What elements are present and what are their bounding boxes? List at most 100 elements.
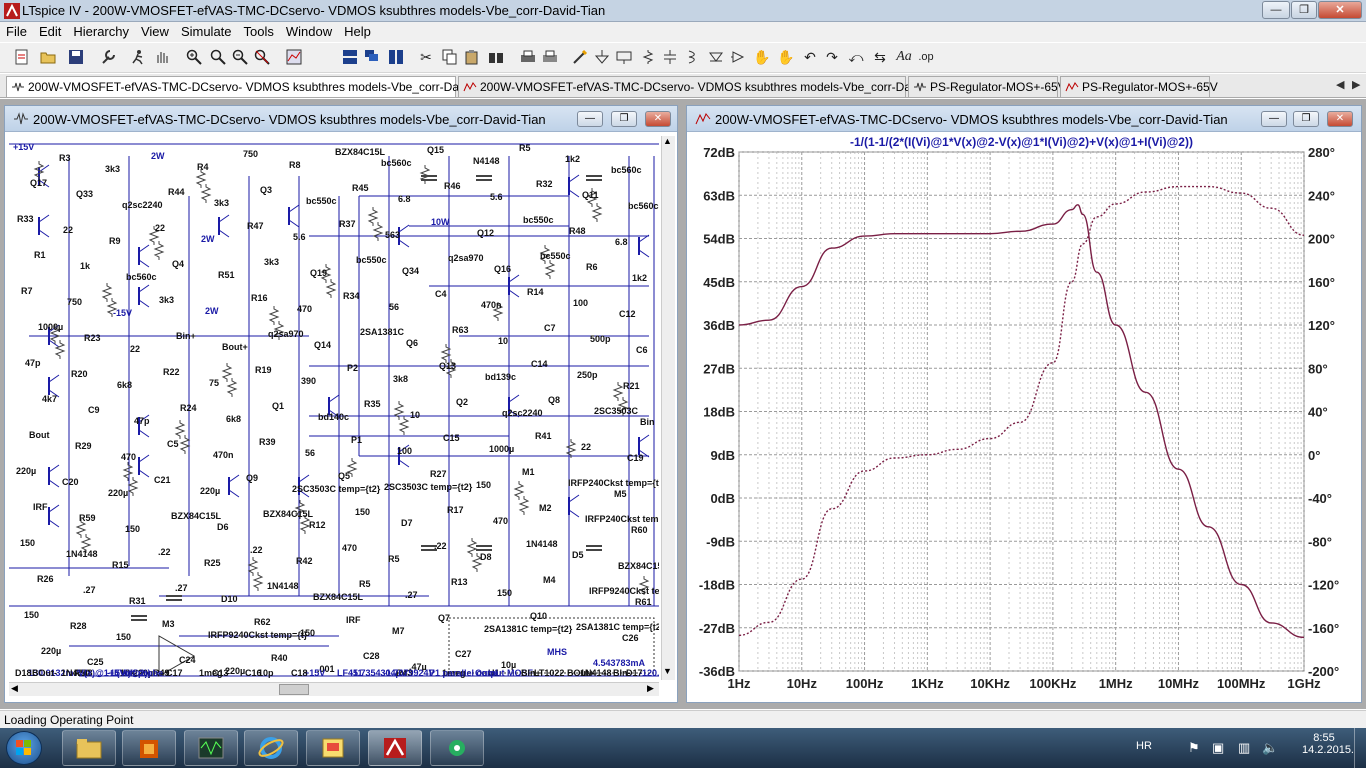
taskbar-app2[interactable] [122, 730, 176, 766]
print-preview-icon[interactable] [540, 47, 560, 67]
paste-icon[interactable] [462, 47, 482, 67]
plot-area[interactable]: -1/(1-1/(2*(I(Vi)@1*V(x)@2-V(x)@1*I(Vi)@… [687, 133, 1361, 702]
close-button[interactable]: ✕ [1318, 1, 1362, 19]
wire-icon[interactable] [570, 47, 590, 67]
zoom-fit-icon[interactable] [252, 47, 272, 67]
component-label: C24 [179, 655, 196, 665]
tabs-scroll-left-icon[interactable]: ◀ [1336, 78, 1344, 91]
undo-icon[interactable]: ↶ [800, 47, 820, 67]
halt-icon[interactable] [152, 47, 172, 67]
language-indicator[interactable]: HR [1136, 740, 1152, 780]
control-panel-icon[interactable] [98, 47, 118, 67]
move-icon[interactable]: ✋ [752, 47, 772, 67]
taskbar-ltspice[interactable] [368, 730, 422, 766]
transistor-symbol [229, 490, 239, 497]
component-label: BZX84C15L [618, 561, 659, 571]
taskbar-app7[interactable] [430, 730, 484, 766]
component-label: 6k8 [117, 380, 132, 390]
start-button[interactable] [6, 731, 42, 765]
volume-icon[interactable]: 🔈 [1262, 740, 1278, 780]
component-label: bc550c [540, 251, 571, 261]
schematic-vertical-scrollbar[interactable]: ▲ ▼ [661, 136, 675, 680]
run-icon[interactable] [128, 47, 148, 67]
cascade-icon[interactable] [362, 47, 382, 67]
capacitor-icon[interactable] [660, 47, 680, 67]
component-label: M7 [392, 626, 405, 636]
pan-icon[interactable] [208, 47, 228, 67]
component-label: Q9 [246, 473, 258, 483]
menu-view[interactable]: View [135, 22, 175, 39]
flag-icon[interactable]: ⚑ [1188, 740, 1200, 780]
component-label: R22 [163, 367, 180, 377]
clock[interactable]: 8:55 14.2.2015. [1302, 732, 1346, 772]
menu-help[interactable]: Help [338, 22, 377, 39]
tile-horizontal-icon[interactable] [340, 47, 360, 67]
tabs-scroll-right-icon[interactable]: ▶ [1352, 78, 1360, 91]
menu-file[interactable]: File [0, 22, 33, 39]
taskbar-internet-explorer[interactable] [244, 730, 298, 766]
component-label: C28 [363, 651, 380, 661]
taskbar-explorer[interactable] [62, 730, 116, 766]
component-label: q2sa970 [268, 329, 304, 339]
ground-icon[interactable] [592, 47, 612, 67]
transistor-symbol [139, 455, 149, 462]
package-icon [135, 736, 163, 760]
waveform-minimize-button[interactable]: — [1261, 111, 1287, 127]
autorange-icon[interactable] [284, 47, 304, 67]
windows-logo-icon [7, 732, 41, 764]
maximize-button[interactable]: ❐ [1291, 1, 1317, 19]
tile-vertical-icon[interactable] [386, 47, 406, 67]
waveform-maximize-button[interactable]: ❐ [1293, 111, 1319, 127]
cut-icon[interactable]: ✂ [416, 47, 436, 67]
component-label: 470 [121, 452, 136, 462]
menu-tools[interactable]: Tools [238, 22, 280, 39]
status-bar: Loading Operating Point [0, 710, 1366, 728]
tab-ps-regulator-schematic[interactable]: PS-Regulator-MOS+-65V [908, 76, 1058, 97]
copy-icon[interactable] [440, 47, 460, 67]
schematic-minimize-button[interactable]: — [577, 111, 603, 127]
menu-hierarchy[interactable]: Hierarchy [67, 22, 135, 39]
zoom-out-icon[interactable] [230, 47, 250, 67]
component-label: 563 [385, 230, 400, 240]
redo-icon[interactable]: ↷ [822, 47, 842, 67]
rotate-icon[interactable]: ⤺ [846, 47, 866, 67]
component-label: R47 [247, 221, 264, 231]
schematic-canvas[interactable]: +15VR33k32WR4750R8BZX84C15Lbc560cQ15N414… [9, 136, 659, 680]
waveform-close-button[interactable]: ✕ [1327, 111, 1353, 127]
spice-directive-icon[interactable]: .op [916, 47, 936, 67]
open-icon[interactable] [38, 47, 58, 67]
component-label: 100 [397, 446, 412, 456]
tab-waveform[interactable]: 200W-VMOSFET-efVAS-TMC-DCservo- VDMOS ks… [458, 76, 906, 97]
schematic-horizontal-scrollbar[interactable]: ◀ ▶ [9, 682, 659, 696]
text-icon[interactable]: Aa [894, 47, 914, 67]
menu-window[interactable]: Window [280, 22, 338, 39]
schematic-close-button[interactable]: ✕ [645, 111, 671, 127]
label-net-icon[interactable] [614, 47, 634, 67]
transistor-symbol [139, 260, 149, 267]
component-label: 4.543783mA [593, 658, 646, 668]
print-icon[interactable] [518, 47, 538, 67]
component-icon[interactable] [728, 47, 748, 67]
menu-edit[interactable]: Edit [33, 22, 67, 39]
taskbar-app5[interactable] [306, 730, 360, 766]
diode-icon[interactable] [706, 47, 726, 67]
taskbar-oscilloscope[interactable] [184, 730, 238, 766]
network-icon[interactable]: ▥ [1238, 740, 1250, 780]
show-desktop-button[interactable] [1354, 728, 1366, 768]
menu-simulate[interactable]: Simulate [175, 22, 238, 39]
tab-schematic[interactable]: 200W-VMOSFET-efVAS-TMC-DCservo- VDMOS ks… [6, 76, 456, 97]
tab-ps-regulator-waveform[interactable]: PS-Regulator-MOS+-65V [1060, 76, 1210, 97]
inductor-icon[interactable] [684, 47, 704, 67]
component-label: 6.8 [398, 194, 411, 204]
component-label: R27 [430, 469, 447, 479]
device-icon[interactable]: ▣ [1212, 740, 1224, 780]
zoom-in-icon[interactable] [184, 47, 204, 67]
mirror-icon[interactable]: ⇆ [870, 47, 890, 67]
save-icon[interactable] [66, 47, 86, 67]
resistor-icon[interactable] [638, 47, 658, 67]
find-icon[interactable] [486, 47, 506, 67]
drag-icon[interactable]: ✋ [776, 47, 796, 67]
schematic-maximize-button[interactable]: ❐ [611, 111, 637, 127]
new-schematic-icon[interactable] [12, 47, 32, 67]
minimize-button[interactable]: — [1262, 1, 1290, 19]
